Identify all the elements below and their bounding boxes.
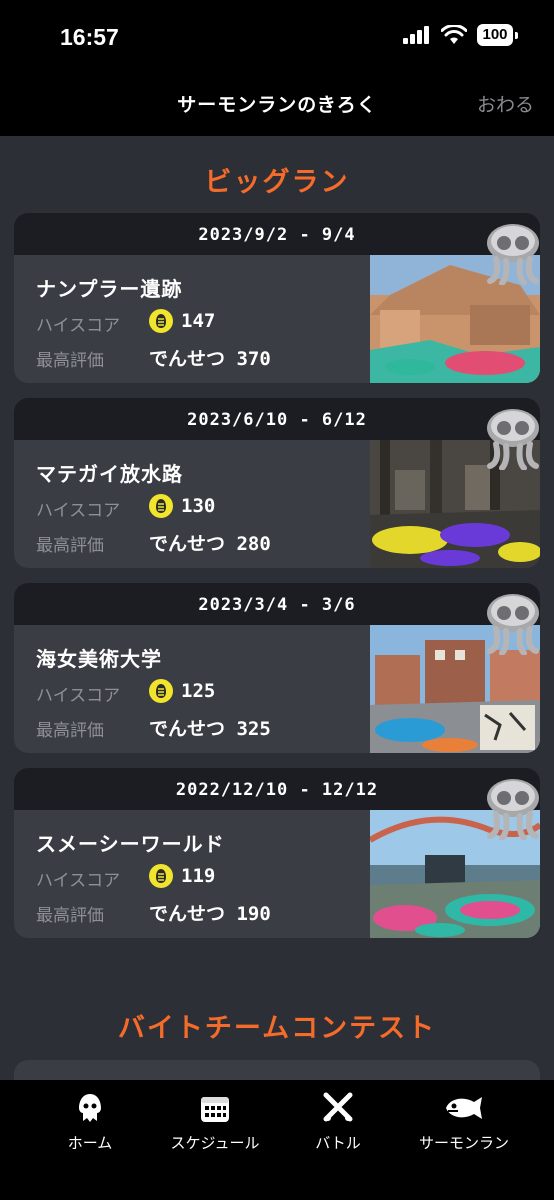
high-score-value: 130	[149, 494, 215, 518]
high-score-value: 147	[149, 309, 215, 333]
card-header: 2023/3/4 - 3/6	[14, 583, 540, 625]
tab-home[interactable]: ホーム	[30, 1092, 150, 1153]
trophy-icon	[487, 409, 539, 470]
record-date: 2023/6/10 - 6/12	[187, 410, 367, 430]
best-rank-label: 最高評価	[36, 536, 104, 556]
high-score-label: ハイスコア	[36, 686, 121, 706]
section-title-big-run: ビッグラン	[204, 167, 350, 198]
tab-label: スケジュール	[170, 1134, 260, 1152]
high-score: 147	[181, 310, 216, 332]
record-date: 2023/3/4 - 3/6	[198, 595, 356, 615]
golden-egg-icon	[149, 494, 173, 518]
record-card[interactable]: 2022/12/10 - 12/12 スメーシーワールド ハイスコア 119 最…	[14, 768, 540, 938]
high-score-label: ハイスコア	[36, 316, 121, 336]
record-date: 2022/12/10 - 12/12	[175, 780, 379, 800]
high-score-label: ハイスコア	[36, 501, 121, 521]
battery-indicator: 100	[477, 24, 513, 46]
record-card-partial[interactable]	[14, 1060, 540, 1080]
page-title: サーモンランのきろく	[177, 94, 377, 116]
crossed-weapons-icon	[323, 1092, 353, 1122]
wifi-icon	[441, 25, 467, 44]
battery-tip	[515, 31, 518, 39]
golden-egg-icon	[149, 309, 173, 333]
status-bar: 16:57 100	[0, 0, 554, 70]
tab-battle[interactable]: バトル	[278, 1092, 398, 1153]
best-rank-value: でんせつ 370	[149, 348, 271, 370]
stage-name: ナンプラー遺跡	[36, 277, 183, 301]
high-score: 130	[181, 495, 216, 517]
high-score: 119	[181, 865, 216, 887]
record-card[interactable]: 2023/3/4 - 3/6 海女美術大学 ハイスコア 125 最高評価 でんせ…	[14, 583, 540, 753]
close-button[interactable]: おわる	[477, 90, 534, 117]
records-list[interactable]: ビッグラン 2023/9/2 - 9/4 ナンプラー遺跡 ハイスコア 147 最…	[0, 136, 554, 1080]
calendar-icon	[201, 1097, 229, 1122]
best-rank-label: 最高評価	[36, 906, 104, 926]
golden-egg-icon	[149, 679, 173, 703]
trophy-icon	[487, 224, 539, 285]
status-icons: 100	[403, 24, 518, 46]
best-rank-value: でんせつ 325	[149, 718, 271, 740]
high-score: 125	[181, 680, 216, 702]
tab-schedule[interactable]: スケジュール	[155, 1092, 275, 1153]
golden-egg-icon	[149, 864, 173, 888]
best-rank-label: 最高評価	[36, 351, 104, 371]
record-card[interactable]: 2023/9/2 - 9/4 ナンプラー遺跡 ハイスコア 147 最高評価 でん…	[14, 213, 540, 383]
high-score-value: 125	[149, 679, 215, 703]
nav-bar: サーモンランのきろく おわる	[0, 70, 554, 136]
best-rank-value: でんせつ 280	[149, 533, 271, 555]
tab-label: バトル	[315, 1134, 361, 1152]
status-time: 16:57	[60, 24, 119, 50]
card-header: 2022/12/10 - 12/12	[14, 768, 540, 810]
tab-salmon-run[interactable]: サーモンラン	[404, 1092, 524, 1153]
best-rank-label: 最高評価	[36, 721, 104, 741]
card-header: 2023/6/10 - 6/12	[14, 398, 540, 440]
record-date: 2023/9/2 - 9/4	[198, 225, 356, 245]
signal-icon	[403, 26, 429, 44]
tab-label: ホーム	[67, 1134, 113, 1152]
squid-icon	[79, 1094, 101, 1122]
stage-name: スメーシーワールド	[36, 832, 225, 856]
trophy-icon	[487, 779, 539, 840]
best-rank-value: でんせつ 190	[149, 903, 271, 925]
stage-name: 海女美術大学	[36, 647, 162, 671]
salmon-icon	[446, 1097, 482, 1119]
high-score-value: 119	[149, 864, 215, 888]
tab-bar: ホーム スケジュール バトル サーモンラン	[0, 1080, 554, 1200]
record-card[interactable]: 2023/6/10 - 6/12 マテガイ放水路 ハイスコア 130 最高評価 …	[14, 398, 540, 568]
section-title-eggstra-work: バイトチームコンテスト	[117, 1013, 437, 1044]
stage-name: マテガイ放水路	[36, 462, 183, 486]
card-header: 2023/9/2 - 9/4	[14, 213, 540, 255]
trophy-icon	[487, 594, 539, 655]
high-score-label: ハイスコア	[36, 871, 121, 891]
tab-label: サーモンラン	[418, 1134, 509, 1152]
